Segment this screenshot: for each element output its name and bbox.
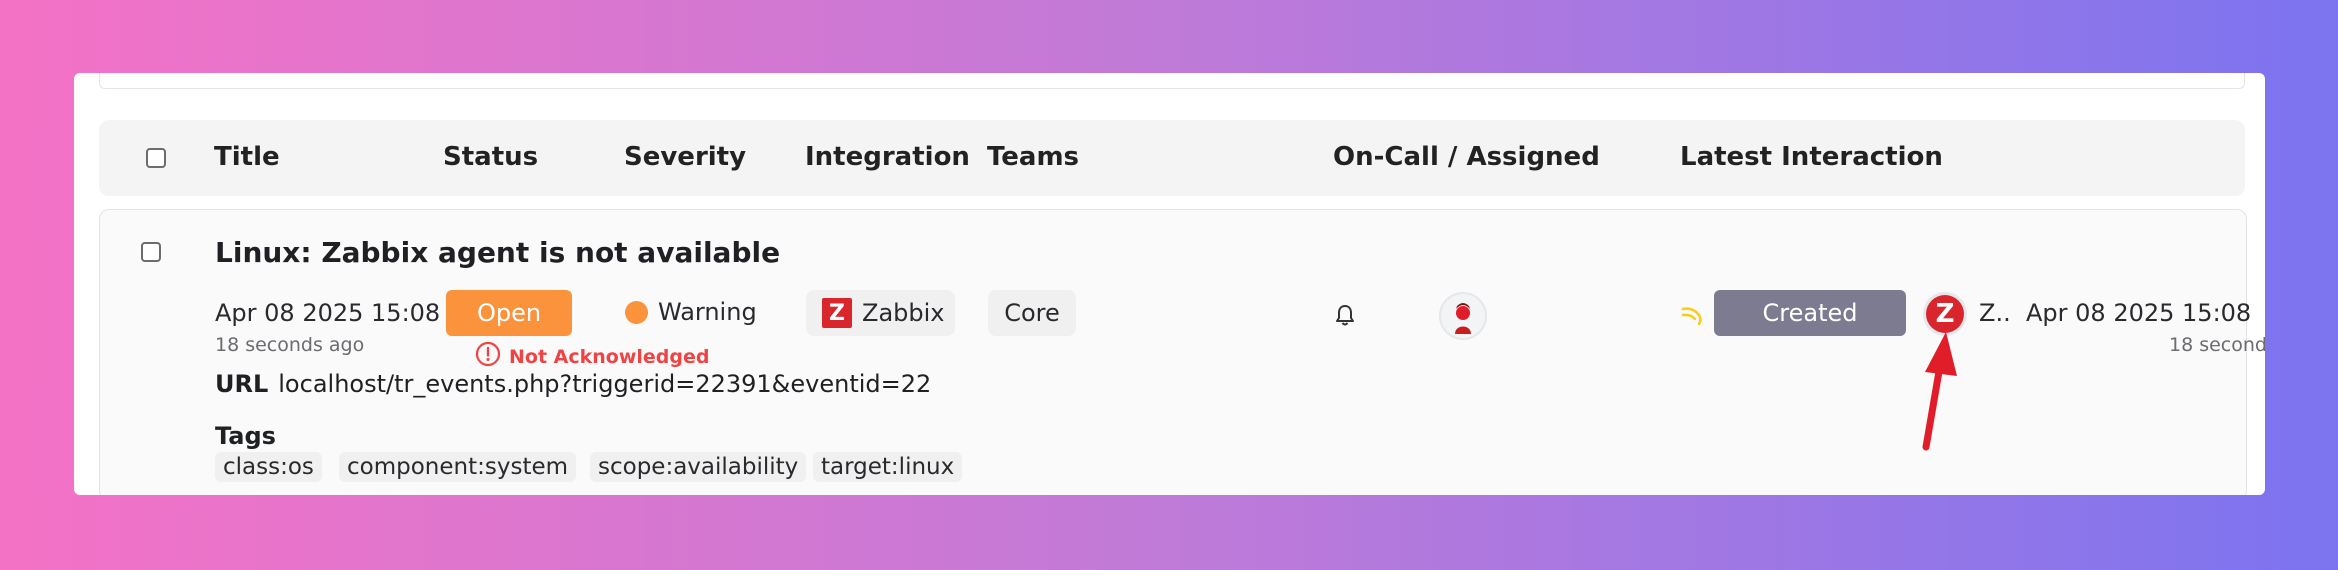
incident-created-ago: 18 seconds ago <box>215 334 365 356</box>
column-header-teams[interactable]: Teams <box>987 142 1079 172</box>
ack-status: Not Acknowledged <box>475 341 709 372</box>
integration-label: Zabbix <box>862 299 945 327</box>
incidents-panel: Title Status Severity Integration Teams … <box>74 73 2265 495</box>
row-select-checkbox[interactable] <box>141 242 161 262</box>
status-badge-open[interactable]: Open <box>446 290 572 336</box>
team-chip[interactable]: Core <box>988 290 1076 336</box>
previous-section-edge <box>99 73 2245 89</box>
column-header-integration[interactable]: Integration <box>805 142 970 172</box>
column-header-oncall[interactable]: On-Call / Assigned <box>1333 142 1600 172</box>
url-label: URL <box>215 370 269 398</box>
tag-chip[interactable]: component:system <box>339 452 577 482</box>
incident-created-time: Apr 08 2025 15:08 <box>215 299 441 327</box>
assignee-avatar[interactable] <box>1439 292 1487 340</box>
created-event-icon <box>1679 301 1707 333</box>
url-line: URL localhost/tr_events.php?triggerid=22… <box>215 370 931 398</box>
url-value[interactable]: localhost/tr_events.php?triggerid=22391&… <box>278 370 931 398</box>
column-header-title[interactable]: Title <box>214 142 280 172</box>
tags-label: Tags <box>215 422 276 450</box>
actor-avatar[interactable]: Z <box>1923 292 1967 336</box>
tag-chip[interactable]: scope:availability <box>590 452 807 482</box>
ack-status-label: Not Acknowledged <box>509 345 710 368</box>
zabbix-logo-icon: Z <box>822 298 852 328</box>
column-header-latest-interaction[interactable]: Latest Interaction <box>1680 142 1943 172</box>
interaction-time: Apr 08 2025 15:08 <box>2026 299 2252 327</box>
zabbix-avatar-icon: Z <box>1926 295 1964 333</box>
tag-chip[interactable]: class:os <box>215 452 322 482</box>
integration-chip[interactable]: Z Zabbix <box>806 290 955 336</box>
column-header-status[interactable]: Status <box>443 142 538 172</box>
team-label: Core <box>1004 299 1060 327</box>
column-header-severity[interactable]: Severity <box>624 142 746 172</box>
interaction-badge-created[interactable]: Created <box>1714 290 1906 336</box>
incident-row[interactable]: Linux: Zabbix agent is not available Apr… <box>99 209 2265 495</box>
alert-circle-icon <box>475 341 501 372</box>
table-header: Title Status Severity Integration Teams … <box>99 120 2245 196</box>
severity-label: Warning <box>658 298 757 326</box>
bell-icon[interactable] <box>1334 303 1356 331</box>
incident-title[interactable]: Linux: Zabbix agent is not available <box>215 236 780 269</box>
interaction-ago: 18 seconds ago <box>2169 334 2265 356</box>
actor-name[interactable]: Z.. <box>1979 299 2011 327</box>
select-all-checkbox[interactable] <box>146 148 166 168</box>
tag-chip[interactable]: target:linux <box>813 452 963 482</box>
warning-dot-icon <box>625 300 648 324</box>
user-avatar-icon <box>1443 296 1483 336</box>
severity-indicator: Warning <box>625 298 757 326</box>
